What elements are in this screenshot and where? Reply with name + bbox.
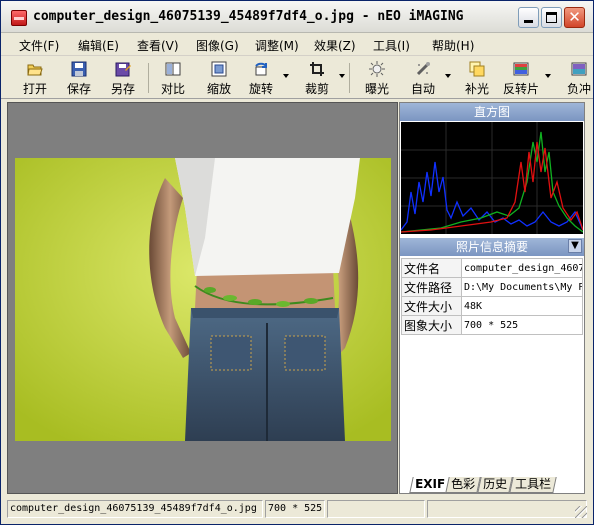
tab-history[interactable]: 历史 bbox=[477, 477, 513, 493]
folder-open-icon bbox=[27, 61, 43, 77]
table-row: 文件名 computer_design_46075139_45489f7df4_… bbox=[401, 258, 583, 278]
reversal-film-button[interactable]: 反转片 bbox=[499, 59, 551, 97]
status-empty-cell bbox=[327, 500, 425, 518]
menu-effects[interactable]: 效果(Z) bbox=[314, 37, 356, 54]
reversal-film-dropdown-icon[interactable] bbox=[545, 74, 551, 78]
status-empty-cell bbox=[427, 500, 587, 518]
cross-process-button[interactable]: 负冲 bbox=[557, 59, 593, 97]
open-button[interactable]: 打开 bbox=[13, 59, 57, 97]
menu-help[interactable]: 帮助(H) bbox=[432, 37, 474, 54]
image-canvas[interactable] bbox=[7, 102, 398, 494]
cross-process-icon bbox=[571, 61, 587, 77]
table-row: 图象大小 700 * 525 bbox=[401, 315, 583, 335]
menu-file[interactable]: 文件(F) bbox=[19, 37, 59, 54]
photo-info-title: 照片信息摘要 bbox=[455, 240, 528, 254]
rotate-icon bbox=[253, 61, 269, 77]
tab-toolbar[interactable]: 工具栏 bbox=[509, 477, 557, 493]
close-button[interactable]: ✕ bbox=[564, 7, 585, 28]
minimize-button[interactable] bbox=[518, 7, 539, 28]
info-key: 文件大小 bbox=[401, 296, 462, 316]
info-value: computer_design_46075139_45489f7df4_o.jp… bbox=[461, 258, 583, 278]
save-button[interactable]: 保存 bbox=[57, 59, 101, 97]
resize-button[interactable]: 缩放 bbox=[197, 59, 241, 97]
toolbar-separator bbox=[349, 63, 350, 93]
photo-image bbox=[15, 158, 391, 441]
app-window: computer_design_46075139_45489f7df4_o.jp… bbox=[0, 0, 594, 525]
menu-view[interactable]: 查看(V) bbox=[137, 37, 179, 54]
maximize-icon bbox=[546, 12, 557, 23]
info-key: 图象大小 bbox=[401, 315, 462, 335]
exposure-button[interactable]: 曝光 bbox=[355, 59, 399, 97]
rotate-dropdown-icon[interactable] bbox=[283, 74, 289, 78]
menu-adjust[interactable]: 调整(M) bbox=[255, 37, 299, 54]
compare-icon bbox=[165, 61, 181, 77]
maximize-button[interactable] bbox=[541, 7, 562, 28]
resize-icon bbox=[211, 61, 227, 77]
toolbar-separator bbox=[148, 63, 149, 93]
rotate-button[interactable]: 旋转 bbox=[241, 59, 289, 97]
fill-light-icon bbox=[469, 61, 485, 77]
status-bar: computer_design_46075139_45489f7df4_o.jp… bbox=[7, 500, 587, 518]
table-row: 文件大小 48K bbox=[401, 296, 583, 316]
save-disk-icon bbox=[71, 61, 87, 77]
crop-dropdown-icon[interactable] bbox=[339, 74, 345, 78]
title-bar[interactable]: computer_design_46075139_45489f7df4_o.jp… bbox=[1, 1, 593, 33]
save-as-icon bbox=[115, 61, 131, 77]
auto-dropdown-icon[interactable] bbox=[445, 74, 451, 78]
app-logo-icon[interactable] bbox=[11, 10, 27, 26]
fill-light-button[interactable]: 补光 bbox=[455, 59, 499, 97]
photo-info-table: 文件名 computer_design_46075139_45489f7df4_… bbox=[401, 258, 583, 335]
side-panel: 直方图 照片信息摘要 ▼ 文件名 computer_design_4607513… bbox=[399, 102, 585, 494]
menu-bar: 文件(F) 编辑(E) 查看(V) 图像(G) 调整(M) 效果(Z) 工具(I… bbox=[1, 34, 593, 56]
info-value: 48K bbox=[461, 296, 583, 316]
info-key: 文件名 bbox=[401, 258, 462, 278]
menu-image[interactable]: 图像(G) bbox=[196, 37, 239, 54]
crop-icon bbox=[309, 61, 325, 77]
menu-edit[interactable]: 编辑(E) bbox=[78, 37, 119, 54]
resize-grip-icon[interactable] bbox=[575, 506, 587, 518]
table-row: 文件路径 D:\My Documents\My Pictures bbox=[401, 277, 583, 297]
info-key: 文件路径 bbox=[401, 277, 462, 297]
menu-tools[interactable]: 工具(I) bbox=[373, 37, 410, 54]
minimize-icon bbox=[524, 20, 533, 23]
histogram-chart bbox=[400, 122, 584, 234]
exposure-icon bbox=[369, 61, 385, 77]
collapse-chevron-icon[interactable]: ▼ bbox=[568, 239, 582, 253]
panel-tabs: EXIF 色彩 历史 工具栏 bbox=[407, 477, 585, 494]
reversal-film-icon bbox=[513, 61, 529, 77]
window-title: computer_design_46075139_45489f7df4_o.jp… bbox=[33, 9, 464, 24]
tab-color[interactable]: 色彩 bbox=[445, 477, 481, 493]
tab-exif[interactable]: EXIF bbox=[409, 477, 451, 493]
compare-button[interactable]: 对比 bbox=[151, 59, 195, 97]
histogram-title: 直方图 bbox=[400, 103, 584, 121]
close-icon: ✕ bbox=[568, 8, 581, 26]
photo-info-header: 照片信息摘要 ▼ bbox=[400, 238, 584, 256]
status-filename: computer_design_46075139_45489f7df4_o.jp… bbox=[7, 500, 263, 518]
info-value: 700 * 525 bbox=[461, 315, 583, 335]
info-value: D:\My Documents\My Pictures bbox=[461, 277, 583, 297]
auto-icon bbox=[415, 61, 431, 77]
crop-button[interactable]: 裁剪 bbox=[297, 59, 345, 97]
toolbar: 打开 保存 另存 对比 缩放 旋转 裁剪 曝光 自动 补光 反转片 负冲 bbox=[1, 57, 593, 99]
status-dimensions: 700 * 525 bbox=[265, 500, 325, 518]
auto-button[interactable]: 自动 bbox=[403, 59, 451, 97]
save-as-button[interactable]: 另存 bbox=[101, 59, 145, 97]
